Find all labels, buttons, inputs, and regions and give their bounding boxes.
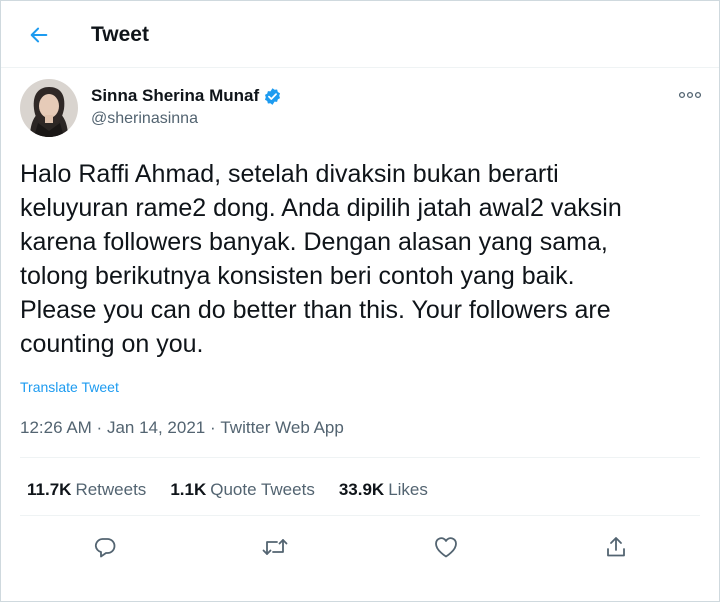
tweet-page: Tweet Sinna Sherina Munaf @sherinasinna … xyxy=(0,0,720,602)
quote-tweets-label: Quote Tweets xyxy=(210,480,315,499)
more-options-icon xyxy=(678,91,702,99)
tweet-time[interactable]: 12:26 AM xyxy=(20,417,92,439)
share-icon xyxy=(607,537,625,557)
retweet-icon xyxy=(262,539,288,555)
divider xyxy=(20,457,700,458)
likes-count: 33.9K xyxy=(338,480,385,499)
translate-tweet-link[interactable]: Translate Tweet xyxy=(20,379,119,395)
back-button[interactable] xyxy=(19,15,59,55)
retweet-button[interactable] xyxy=(259,531,291,563)
like-button[interactable] xyxy=(430,531,462,563)
retweets-count: 11.7K xyxy=(27,480,72,499)
retweets-stat[interactable]: 11.7K Retweets xyxy=(27,479,146,501)
likes-stat[interactable]: 33.9K Likes xyxy=(339,479,428,501)
like-icon xyxy=(435,537,457,558)
tweet-text: Halo Raffi Ahmad, setelah divaksin bukan… xyxy=(20,160,622,358)
reply-icon xyxy=(94,538,116,558)
reply-button[interactable] xyxy=(89,531,121,563)
back-arrow-icon xyxy=(30,27,48,43)
avatar[interactable] xyxy=(20,79,78,137)
tweet-client[interactable]: Twitter Web App xyxy=(220,417,343,439)
likes-label: Likes xyxy=(388,480,428,499)
quote-tweets-stat[interactable]: 1.1K Quote Tweets xyxy=(170,479,315,501)
more-options-button[interactable] xyxy=(673,83,707,107)
author-handle[interactable]: @sherinasinna xyxy=(91,109,198,129)
quote-tweets-count: 1.1K xyxy=(170,480,207,499)
meta-separator: · xyxy=(205,418,221,437)
page-title: Tweet xyxy=(91,23,149,46)
divider xyxy=(20,515,700,516)
tweet-stats: 11.7K Retweets 1.1K Quote Tweets 33.9K L… xyxy=(27,479,452,501)
retweets-label: Retweets xyxy=(75,480,147,499)
share-button[interactable] xyxy=(600,531,632,563)
author-name-row: Sinna Sherina Munaf xyxy=(91,85,282,107)
page-header: Tweet xyxy=(1,1,719,68)
verified-badge-icon xyxy=(265,87,281,105)
author-name[interactable]: Sinna Sherina Munaf xyxy=(91,85,259,107)
tweet-date[interactable]: Jan 14, 2021 xyxy=(107,417,205,439)
meta-separator: · xyxy=(91,418,107,437)
tweet-meta: 12:26 AM · Jan 14, 2021 · Twitter Web Ap… xyxy=(20,417,344,439)
